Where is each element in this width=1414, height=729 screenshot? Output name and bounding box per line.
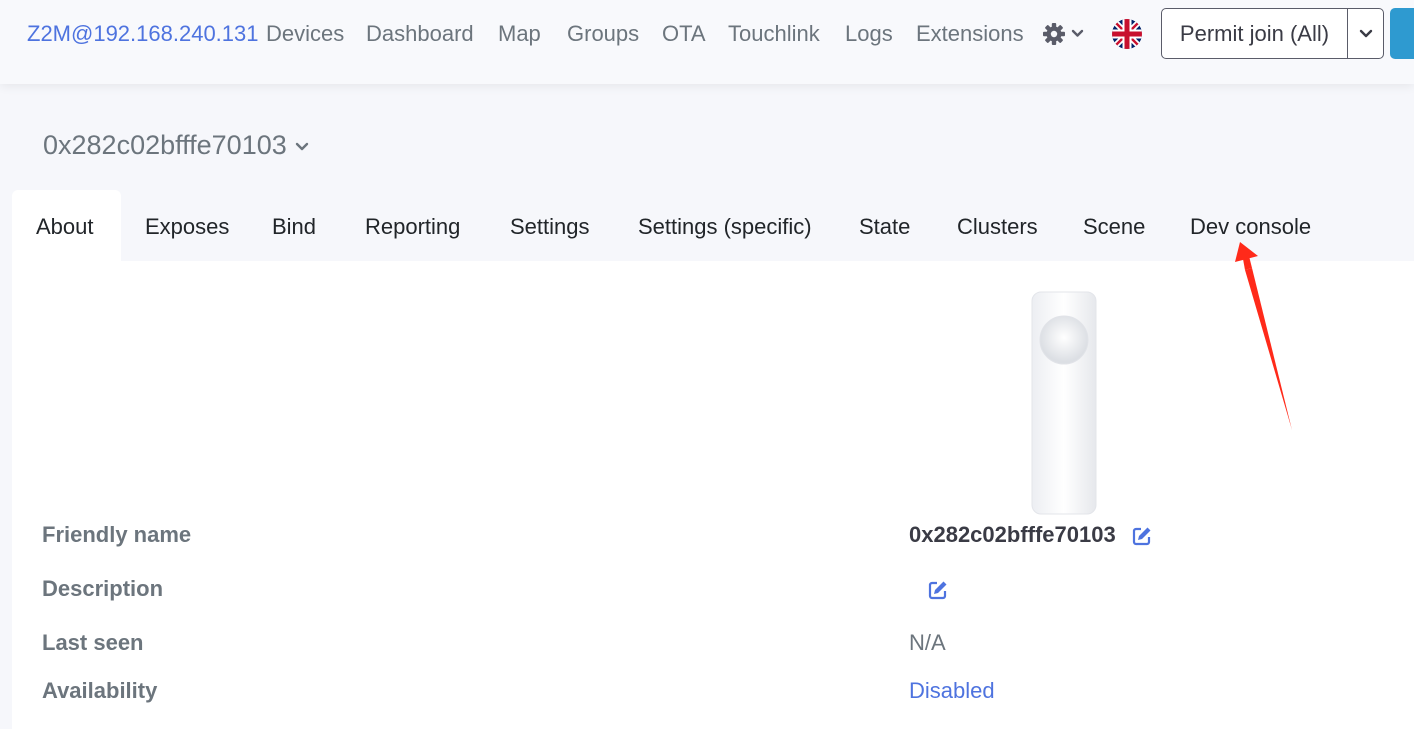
tab-scene[interactable]: Scene: [1083, 190, 1145, 261]
availability-link[interactable]: Disabled: [909, 677, 995, 705]
tab-bind[interactable]: Bind: [272, 190, 316, 261]
tab-settings-specific[interactable]: Settings (specific): [638, 190, 812, 261]
chevron-down-icon: [295, 142, 308, 151]
gear-icon: [1043, 23, 1084, 45]
last-seen-value: N/A: [909, 630, 946, 655]
permit-join-dropdown-toggle[interactable]: [1347, 8, 1384, 59]
brand-link[interactable]: Z2M@192.168.240.131: [27, 20, 259, 48]
nav-logs[interactable]: Logs: [845, 20, 893, 48]
nav-devices[interactable]: Devices: [266, 20, 344, 48]
tab-settings[interactable]: Settings: [510, 190, 590, 261]
description-label: Description: [42, 576, 164, 601]
edit-icon[interactable]: [1131, 525, 1153, 547]
device-selector[interactable]: 0x282c02bfffe70103: [43, 128, 309, 162]
permit-join-button[interactable]: Permit join (All): [1161, 8, 1348, 59]
top-navbar: Z2M@192.168.240.131 Devices Dashboard Ma…: [0, 0, 1414, 84]
chevron-down-icon: [1359, 29, 1372, 37]
tab-state[interactable]: State: [859, 190, 910, 261]
nav-extensions[interactable]: Extensions: [916, 20, 1024, 48]
tab-reporting[interactable]: Reporting: [365, 190, 460, 261]
nav-touchlink[interactable]: Touchlink: [728, 20, 820, 48]
nav-groups[interactable]: Groups: [567, 20, 639, 48]
nav-dashboard[interactable]: Dashboard: [366, 20, 474, 48]
last-seen-label: Last seen: [42, 630, 144, 655]
action-button-partial[interactable]: [1390, 8, 1414, 59]
chevron-down-icon: [1071, 29, 1084, 37]
edit-icon[interactable]: [927, 579, 949, 601]
nav-ota[interactable]: OTA: [662, 20, 706, 48]
tab-clusters[interactable]: Clusters: [957, 190, 1038, 261]
nav-map[interactable]: Map: [498, 20, 541, 48]
settings-dropdown[interactable]: [1042, 20, 1086, 48]
uk-flag-icon: [1112, 19, 1142, 49]
availability-label: Availability: [42, 678, 158, 703]
language-selector[interactable]: [1112, 19, 1142, 49]
device-image: [1031, 291, 1097, 515]
tab-about[interactable]: About: [12, 190, 121, 261]
friendly-name-value: 0x282c02bfffe70103: [909, 522, 1116, 547]
permit-join-group: Permit join (All): [1161, 8, 1384, 59]
friendly-name-label: Friendly name: [42, 522, 192, 547]
tab-dev-console[interactable]: Dev console: [1190, 190, 1311, 261]
tab-exposes[interactable]: Exposes: [145, 190, 229, 261]
about-panel: [12, 261, 1414, 729]
device-title: 0x282c02bfffe70103: [43, 130, 287, 160]
device-tabs: About Exposes Bind Reporting Settings Se…: [12, 190, 1414, 261]
